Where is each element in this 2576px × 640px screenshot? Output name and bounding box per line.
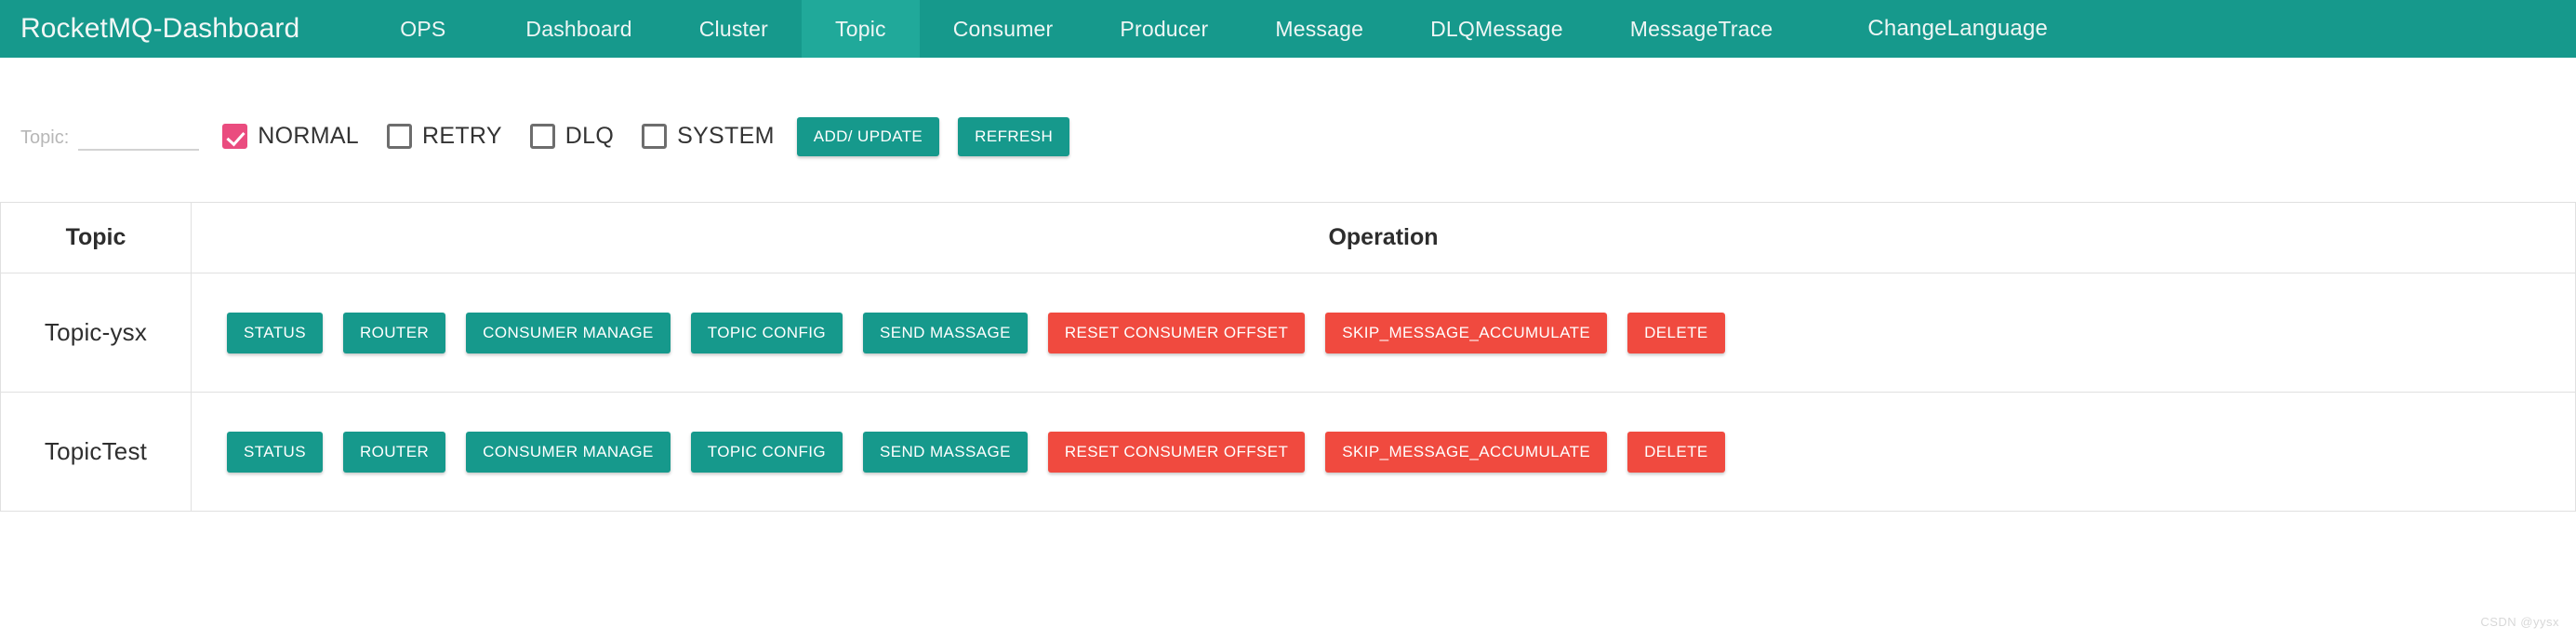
table-row: TopicTest STATUS ROUTER CONSUMER MANAGE …	[0, 392, 2576, 512]
checkbox-unchecked-icon	[642, 124, 668, 149]
nav-item-label: Producer	[1120, 16, 1209, 41]
checkbox-label: SYSTEM	[677, 123, 775, 149]
topic-type-filter-group: NORMAL RETRY DLQ SYSTEM	[222, 123, 774, 150]
operation-button-group: STATUS ROUTER CONSUMER MANAGE TOPIC CONF…	[192, 431, 2575, 473]
topic-name-cell: TopicTest	[0, 392, 192, 512]
table-header-row: Topic Operation	[0, 202, 2576, 273]
nav-item-label: Topic	[835, 16, 886, 41]
delete-button[interactable]: DELETE	[1627, 312, 1725, 353]
nav-item-label: Message	[1275, 16, 1364, 41]
reset-consumer-offset-button[interactable]: RESET CONSUMER OFFSET	[1047, 431, 1306, 473]
topic-list-table: Topic Operation Topic-ysx STATUS ROUTER …	[0, 202, 2576, 512]
app-brand-title[interactable]: RocketMQ-Dashboard	[0, 0, 318, 58]
operation-cell: STATUS ROUTER CONSUMER MANAGE TOPIC CONF…	[191, 273, 2576, 393]
nav-item-dlqmessage[interactable]: DLQMessage	[1397, 0, 1597, 58]
column-header-operation: Operation	[191, 202, 2576, 273]
nav-item-label: Cluster	[698, 16, 769, 41]
checkbox-label: RETRY	[422, 123, 502, 149]
nav-item-changelanguage[interactable]: ChangeLanguage	[1834, 0, 2057, 58]
toolbar-action-group: ADD/ UPDATE REFRESH	[796, 116, 1070, 156]
refresh-button[interactable]: REFRESH	[958, 116, 1070, 156]
send-message-button[interactable]: SEND MASSAGE	[863, 431, 1028, 473]
add-update-button[interactable]: ADD/ UPDATE	[796, 116, 940, 156]
nav-item-label: Consumer	[952, 16, 1054, 41]
nav-item-label: OPS	[400, 16, 446, 41]
watermark-text: CSDN @yysx	[2480, 615, 2559, 629]
checkbox-normal[interactable]: NORMAL	[222, 123, 359, 150]
router-button[interactable]: ROUTER	[342, 431, 446, 473]
router-button[interactable]: ROUTER	[342, 312, 446, 353]
nav-item-dashboard[interactable]: Dashboard	[492, 0, 665, 58]
nav-item-list: OPS Dashboard Cluster Topic Consumer Pro…	[366, 0, 2576, 58]
skip-message-accumulate-button[interactable]: SKIP_MESSAGE_ACCUMULATE	[1325, 431, 1608, 473]
table-row: Topic-ysx STATUS ROUTER CONSUMER MANAGE …	[0, 273, 2576, 393]
table-body: Topic-ysx STATUS ROUTER CONSUMER MANAGE …	[0, 273, 2576, 512]
checkbox-system[interactable]: SYSTEM	[642, 123, 775, 150]
nav-item-message[interactable]: Message	[1242, 0, 1397, 58]
topic-filter-toolbar: Topic: NORMAL RETRY DLQ SYSTEM ADD/ UPDA…	[0, 58, 2576, 202]
operation-button-group: STATUS ROUTER CONSUMER MANAGE TOPIC CONF…	[192, 312, 2575, 353]
status-button[interactable]: STATUS	[227, 312, 323, 353]
nav-item-producer[interactable]: Producer	[1086, 0, 1242, 58]
send-message-button[interactable]: SEND MASSAGE	[863, 312, 1028, 353]
checkbox-checked-icon	[222, 124, 248, 149]
nav-item-ops[interactable]: OPS	[366, 0, 479, 58]
nav-item-label: DLQMessage	[1430, 16, 1563, 41]
top-navigation-bar: RocketMQ-Dashboard OPS Dashboard Cluster…	[0, 0, 2576, 58]
checkbox-label: DLQ	[564, 123, 615, 149]
nav-item-label: ChangeLanguage	[1867, 16, 2049, 41]
topic-config-button[interactable]: TOPIC CONFIG	[690, 431, 843, 473]
consumer-manage-button[interactable]: CONSUMER MANAGE	[466, 312, 671, 353]
skip-message-accumulate-button[interactable]: SKIP_MESSAGE_ACCUMULATE	[1325, 312, 1608, 353]
nav-item-cluster[interactable]: Cluster	[666, 0, 802, 58]
reset-consumer-offset-button[interactable]: RESET CONSUMER OFFSET	[1047, 312, 1306, 353]
nav-item-consumer[interactable]: Consumer	[920, 0, 1087, 58]
topic-config-button[interactable]: TOPIC CONFIG	[690, 312, 843, 353]
checkbox-dlq[interactable]: DLQ	[529, 123, 615, 150]
topic-name-cell: Topic-ysx	[0, 273, 192, 393]
nav-item-label: Dashboard	[525, 16, 632, 41]
checkbox-retry[interactable]: RETRY	[387, 123, 502, 150]
checkbox-unchecked-icon	[387, 124, 413, 149]
table-header: Topic Operation	[0, 202, 2576, 273]
topic-input-label: Topic:	[20, 127, 70, 148]
checkbox-label: NORMAL	[258, 123, 360, 149]
topic-search-input[interactable]	[78, 126, 200, 151]
nav-item-topic[interactable]: Topic	[802, 0, 920, 58]
nav-item-messagetrace[interactable]: MessageTrace	[1597, 0, 1807, 58]
checkbox-unchecked-icon	[529, 124, 555, 149]
topic-search-group: Topic:	[20, 126, 200, 151]
delete-button[interactable]: DELETE	[1627, 431, 1725, 473]
operation-cell: STATUS ROUTER CONSUMER MANAGE TOPIC CONF…	[191, 392, 2576, 512]
status-button[interactable]: STATUS	[227, 431, 323, 473]
consumer-manage-button[interactable]: CONSUMER MANAGE	[466, 431, 671, 473]
nav-item-label: MessageTrace	[1629, 16, 1773, 41]
column-header-topic: Topic	[0, 202, 192, 273]
